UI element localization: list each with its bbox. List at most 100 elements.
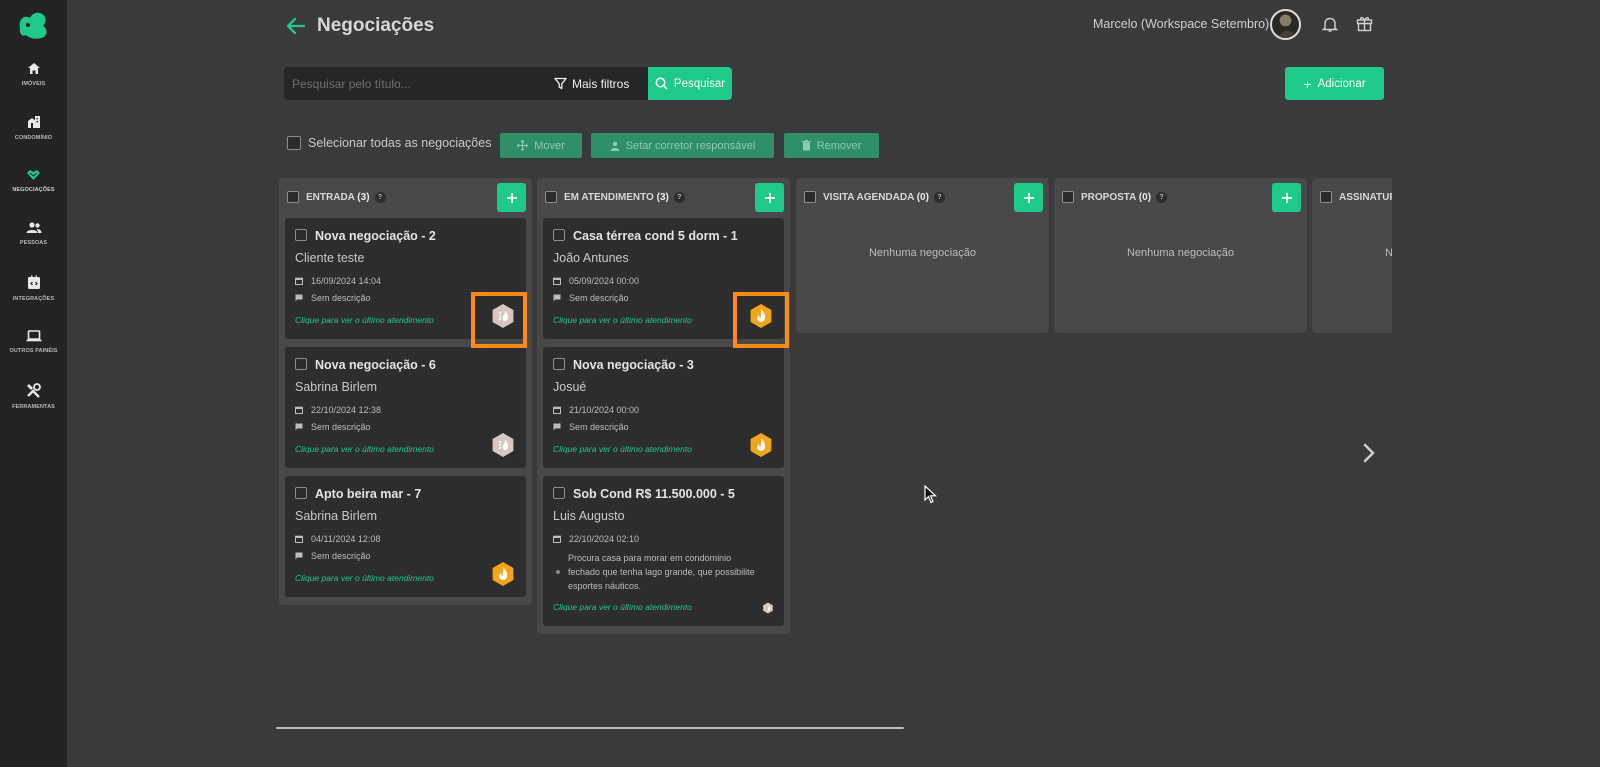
calendar-icon (295, 535, 303, 543)
sidebar-item-label: FERRAMENTAS (12, 404, 55, 410)
page-title: Negociações (317, 15, 435, 36)
add-button[interactable]: + Adicionar (1285, 67, 1384, 100)
plus-icon: + (1303, 75, 1312, 92)
column-checkbox[interactable] (545, 191, 557, 203)
bell-icon[interactable] (1322, 16, 1338, 33)
column-add-button[interactable] (1272, 183, 1301, 212)
last-attendance-link[interactable]: Clique para ver o último atendimento (295, 573, 434, 583)
deal-card[interactable]: Apto beira mar - 7 Sabrina Birlem 04/11/… (285, 476, 526, 597)
hot-icon[interactable] (490, 561, 516, 587)
cold-icon[interactable] (762, 602, 774, 614)
card-client: Cliente teste (295, 251, 365, 265)
last-attendance-link[interactable]: Clique para ver o último atendimento (553, 315, 692, 325)
cold-icon[interactable] (490, 432, 516, 458)
mouse-cursor-icon (924, 485, 938, 504)
help-icon[interactable]: ? (1156, 192, 1168, 203)
move-button[interactable]: Mover (500, 133, 582, 158)
sidebar-item-label: CONDOMÍNIO (14, 135, 53, 141)
column-visita-agendada: VISITA AGENDADA (0)? Nenhuma negociação (796, 178, 1049, 333)
column-checkbox[interactable] (1062, 191, 1074, 203)
column-assinatura: ASSINATURA Nenhuma negociação (1312, 178, 1392, 333)
back-arrow-icon[interactable] (285, 15, 307, 37)
last-attendance-link[interactable]: Clique para ver o último atendimento (295, 444, 434, 454)
column-checkbox[interactable] (804, 191, 816, 203)
select-all[interactable]: Selecionar todas as negociações (287, 136, 491, 150)
more-filters-button[interactable]: Mais filtros (554, 67, 629, 100)
search-input[interactable] (284, 67, 544, 100)
help-icon[interactable]: ? (673, 192, 685, 203)
select-all-checkbox[interactable] (287, 136, 301, 150)
user-name[interactable]: Marcelo (Workspace Setembro) (1093, 17, 1269, 31)
card-checkbox[interactable] (553, 487, 565, 499)
sidebar-item-outros-paineis[interactable]: OUTROS PAINÉIS (0, 330, 67, 354)
last-attendance-link[interactable]: Clique para ver o último atendimento (295, 315, 434, 325)
tools-icon (27, 383, 41, 398)
sidebar-item-label: NEGOCIAÇÕES (12, 187, 55, 193)
hot-icon[interactable] (748, 432, 774, 458)
remove-button-label: Remover (816, 139, 862, 152)
deal-card[interactable]: Nova negociação - 3 Josué 21/10/2024 00:… (543, 347, 784, 468)
comment-icon (553, 423, 561, 431)
sidebar-item-integracoes[interactable]: INTEGRAÇÕES (0, 275, 67, 302)
sidebar-item-label: PESSOAS (19, 240, 48, 246)
comment-icon (295, 294, 303, 302)
last-attendance-link[interactable]: Clique para ver o último atendimento (553, 444, 692, 454)
handshake-icon (27, 170, 40, 180)
sidebar-item-ferramentas[interactable]: FERRAMENTAS (0, 383, 67, 410)
column-title: ASSINATURA (1339, 192, 1392, 203)
card-client: João Antunes (553, 251, 629, 265)
set-broker-label: Setar corretor responsável (625, 139, 756, 152)
card-description: Procura casa para morar em condominio fe… (553, 551, 763, 593)
plus-icon (1023, 192, 1034, 203)
card-checkbox[interactable] (553, 229, 565, 241)
column-header: VISITA AGENDADA (0)? (796, 178, 1049, 218)
card-checkbox[interactable] (295, 229, 307, 241)
remove-button[interactable]: Remover (784, 133, 879, 158)
card-date: 04/11/2024 12:08 (295, 534, 380, 544)
column-header: ENTRADA (3)? (279, 178, 532, 218)
calendar-icon (295, 277, 303, 285)
help-icon[interactable]: ? (374, 192, 386, 203)
card-checkbox[interactable] (295, 358, 307, 370)
deal-card[interactable]: Nova negociação - 6 Sabrina Birlem 22/10… (285, 347, 526, 468)
move-icon (517, 140, 529, 151)
deal-card[interactable]: Sob Cond R$ 11.500.000 - 5 Luis Augusto … (543, 476, 784, 626)
sidebar-item-negociacoes[interactable]: NEGOCIAÇÕES (0, 168, 67, 193)
sidebar-item-condominio[interactable]: CONDOMÍNIO (0, 115, 67, 141)
column-checkbox[interactable] (287, 191, 299, 203)
card-description: Sem descrição (295, 293, 371, 303)
column-add-button[interactable] (497, 183, 526, 212)
sidebar: IMÓVEIS CONDOMÍNIO NEGOCIAÇÕES PESSOAS I… (0, 0, 67, 767)
add-button-label: Adicionar (1317, 77, 1366, 90)
sidebar-item-pessoas[interactable]: PESSOAS (0, 222, 67, 246)
column-title: VISITA AGENDADA (0)? (823, 192, 945, 203)
chevron-right-icon[interactable] (1362, 443, 1376, 463)
search-icon (655, 77, 668, 90)
avatar[interactable] (1270, 9, 1301, 40)
card-checkbox[interactable] (553, 358, 565, 370)
set-broker-button[interactable]: Setar corretor responsável (591, 133, 774, 158)
card-checkbox[interactable] (295, 487, 307, 499)
last-attendance-link[interactable]: Clique para ver o último atendimento (553, 602, 692, 612)
column-add-button[interactable] (1014, 183, 1043, 212)
column-header: PROPOSTA (0)? (1054, 178, 1307, 218)
empty-state: Nenhuma negociação (1126, 247, 1235, 259)
card-title: Apto beira mar - 7 (315, 487, 422, 501)
sidebar-item-label: OUTROS PAINÉIS (9, 348, 58, 354)
column-add-button[interactable] (755, 183, 784, 212)
sidebar-item-imoveis[interactable]: IMÓVEIS (0, 62, 67, 87)
highlight-box (471, 292, 527, 348)
horizontal-scrollbar[interactable] (276, 727, 904, 729)
card-date: 05/09/2024 00:00 (553, 276, 639, 286)
card-client: Luis Augusto (553, 509, 625, 523)
building-icon (27, 116, 40, 128)
comment-icon (553, 294, 561, 302)
column-title: ENTRADA (3)? (306, 192, 386, 203)
gift-icon[interactable] (1356, 15, 1373, 32)
help-icon[interactable]: ? (933, 192, 945, 203)
logo-icon[interactable] (16, 10, 50, 40)
column-checkbox[interactable] (1320, 191, 1332, 203)
card-client: Josué (553, 380, 587, 394)
card-description: Sem descrição (295, 551, 371, 561)
search-button[interactable]: Pesquisar (648, 67, 732, 100)
